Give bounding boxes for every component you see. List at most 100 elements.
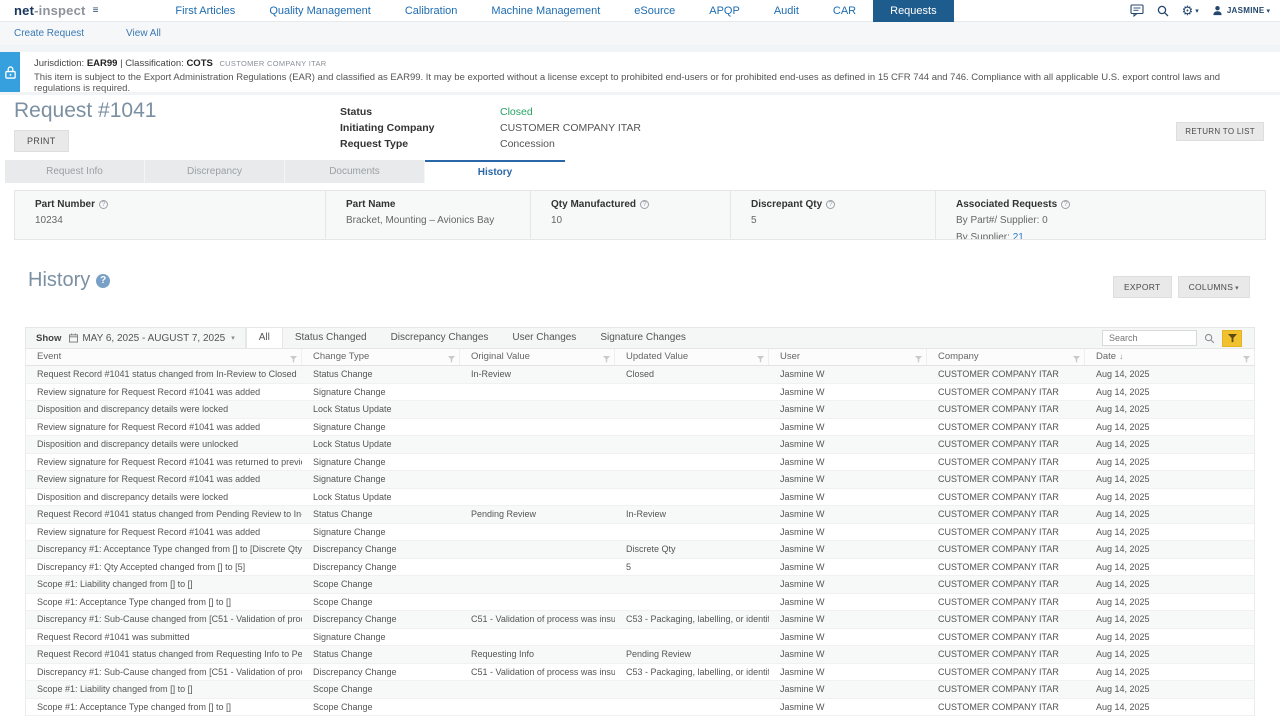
part-label-part-number: Part Number? xyxy=(35,199,325,210)
history-row[interactable]: Discrepancy #1: Sub-Cause changed from [… xyxy=(26,611,1254,629)
history-row[interactable]: Scope #1: Liability changed from [] to [… xyxy=(26,681,1254,699)
nav-item-machine-management[interactable]: Machine Management xyxy=(474,0,617,22)
history-row[interactable]: Review signature for Request Record #104… xyxy=(26,524,1254,542)
user-menu[interactable]: JASMINE ▾ xyxy=(1212,5,1270,16)
nav-item-audit[interactable]: Audit xyxy=(757,0,816,22)
tab-request-info[interactable]: Request Info xyxy=(5,160,145,183)
search-input[interactable] xyxy=(1102,330,1197,346)
cell-user: Jasmine W xyxy=(769,614,927,624)
help-icon[interactable]: ? xyxy=(640,200,649,209)
history-row[interactable]: Review signature for Request Record #104… xyxy=(26,471,1254,489)
history-row[interactable]: Review signature for Request Record #104… xyxy=(26,419,1254,437)
history-row[interactable]: Disposition and discrepancy details were… xyxy=(26,489,1254,507)
col-header-text: Date xyxy=(1096,351,1116,362)
columns-button[interactable]: COLUMNS▾ xyxy=(1178,276,1250,298)
col-header-company[interactable]: Company xyxy=(927,349,1085,365)
nav-item-quality-management[interactable]: Quality Management xyxy=(252,0,388,22)
column-filter-icon[interactable] xyxy=(290,353,297,365)
help-icon[interactable]: ? xyxy=(1061,200,1070,209)
help-icon[interactable]: ? xyxy=(826,200,835,209)
history-filter-all[interactable]: All xyxy=(246,328,283,348)
col-header-event[interactable]: Event xyxy=(26,349,302,365)
cell-change-type: Signature Change xyxy=(302,457,460,467)
history-filter-user-changes[interactable]: User Changes xyxy=(500,328,588,348)
history-row[interactable]: Scope #1: Acceptance Type changed from [… xyxy=(26,594,1254,612)
history-filter-status-changed[interactable]: Status Changed xyxy=(283,328,379,348)
history-help-icon[interactable]: ? xyxy=(96,274,110,288)
cell-event: Discrepancy #1: Qty Accepted changed fro… xyxy=(26,562,302,572)
jurisdiction-label: Jurisdiction: xyxy=(34,58,84,69)
export-button[interactable]: EXPORT xyxy=(1113,276,1172,298)
search-icon[interactable] xyxy=(1157,5,1169,17)
column-filter-icon[interactable] xyxy=(448,353,455,365)
search-submit-icon[interactable] xyxy=(1204,333,1215,344)
column-filter-icon[interactable] xyxy=(757,353,764,365)
cell-user: Jasmine W xyxy=(769,544,927,554)
column-filter-icon[interactable] xyxy=(1243,353,1250,365)
col-header-original-value[interactable]: Original Value xyxy=(460,349,615,365)
cell-company: CUSTOMER COMPANY ITAR xyxy=(927,404,1085,414)
banner-company-tag: CUSTOMER COMPANY ITAR xyxy=(219,59,326,68)
col-header-updated-value[interactable]: Updated Value xyxy=(615,349,769,365)
history-row[interactable]: Disposition and discrepancy details were… xyxy=(26,436,1254,454)
subnav-item-view-all[interactable]: View All xyxy=(126,28,161,39)
history-row[interactable]: Scope #1: Liability changed from [] to [… xyxy=(26,576,1254,594)
column-filter-icon[interactable] xyxy=(915,353,922,365)
column-filter-icon[interactable] xyxy=(1073,353,1080,365)
nav-item-apqp[interactable]: APQP xyxy=(692,0,757,22)
cell-event: Request Record #1041 was submitted xyxy=(26,632,302,642)
date-range-dropdown[interactable]: MAY 6, 2025 - AUGUST 7, 2025 ▾ xyxy=(69,333,244,344)
cell-date: Aug 14, 2025 xyxy=(1085,474,1254,484)
history-row[interactable]: Review signature for Request Record #104… xyxy=(26,384,1254,402)
nav-item-esource[interactable]: eSource xyxy=(617,0,692,22)
col-header-text: Change Type xyxy=(313,351,369,362)
messages-icon[interactable] xyxy=(1130,4,1144,17)
menu-burger-icon[interactable]: ≡ xyxy=(93,5,99,16)
main-nav-items: First ArticlesQuality ManagementCalibrat… xyxy=(158,0,953,22)
cell-original-value: C51 - Validation of process was insuffic… xyxy=(460,614,615,624)
nav-item-first-articles[interactable]: First Articles xyxy=(158,0,252,22)
nav-item-calibration[interactable]: Calibration xyxy=(388,0,475,22)
tab-history[interactable]: History xyxy=(425,160,565,183)
history-row[interactable]: Request Record #1041 status changed from… xyxy=(26,646,1254,664)
history-row[interactable]: Request Record #1041 status changed from… xyxy=(26,506,1254,524)
history-row[interactable]: Disposition and discrepancy details were… xyxy=(26,401,1254,419)
history-row[interactable]: Scope #1: Acceptance Type changed from [… xyxy=(26,699,1254,717)
subnav-item-create-request[interactable]: Create Request xyxy=(14,28,84,39)
cell-change-type: Discrepancy Change xyxy=(302,667,460,677)
history-row[interactable]: Request Record #1041 was submittedSignat… xyxy=(26,629,1254,647)
history-row[interactable]: Discrepancy #1: Sub-Cause changed from [… xyxy=(26,664,1254,682)
request-fields: StatusClosedInitiating CompanyCUSTOMER C… xyxy=(340,106,641,150)
cell-date: Aug 14, 2025 xyxy=(1085,684,1254,694)
print-button[interactable]: PRINT xyxy=(14,130,69,152)
nav-item-car[interactable]: CAR xyxy=(816,0,873,22)
chevron-down-icon: ▾ xyxy=(1235,285,1239,292)
column-filter-icon[interactable] xyxy=(603,353,610,365)
col-header-date[interactable]: Date↓ xyxy=(1085,349,1254,365)
by-supplier-count-link[interactable]: 21 xyxy=(1013,232,1024,239)
cell-change-type: Lock Status Update xyxy=(302,404,460,414)
filter-toggle-button[interactable] xyxy=(1222,330,1242,347)
help-icon[interactable]: ? xyxy=(99,200,108,209)
tab-documents[interactable]: Documents xyxy=(285,160,425,183)
cell-change-type: Signature Change xyxy=(302,387,460,397)
logo-inspect: -inspect xyxy=(34,3,85,18)
nav-item-requests[interactable]: Requests xyxy=(873,0,953,22)
app-logo[interactable]: net-inspect xyxy=(14,3,86,18)
history-filter-signature-changes[interactable]: Signature Changes xyxy=(588,328,698,348)
lock-icon xyxy=(4,65,17,80)
tab-discrepancy[interactable]: Discrepancy xyxy=(145,160,285,183)
settings-menu[interactable]: ⚙ ▾ xyxy=(1182,5,1199,17)
history-row[interactable]: Review signature for Request Record #104… xyxy=(26,454,1254,472)
part-label-qty-manufactured: Qty Manufactured? xyxy=(551,199,730,210)
col-header-change-type[interactable]: Change Type xyxy=(302,349,460,365)
history-row[interactable]: Discrepancy #1: Qty Accepted changed fro… xyxy=(26,559,1254,577)
col-header-user[interactable]: User xyxy=(769,349,927,365)
history-row[interactable]: Discrepancy #1: Acceptance Type changed … xyxy=(26,541,1254,559)
history-row[interactable]: Request Record #1041 status changed from… xyxy=(26,366,1254,384)
return-to-list-button[interactable]: RETURN TO LIST xyxy=(1176,122,1264,141)
classification-label: Classification: xyxy=(125,58,184,69)
cell-date: Aug 14, 2025 xyxy=(1085,509,1254,519)
history-section-title: History ? xyxy=(28,269,110,292)
history-filter-discrepancy-changes[interactable]: Discrepancy Changes xyxy=(379,328,501,348)
